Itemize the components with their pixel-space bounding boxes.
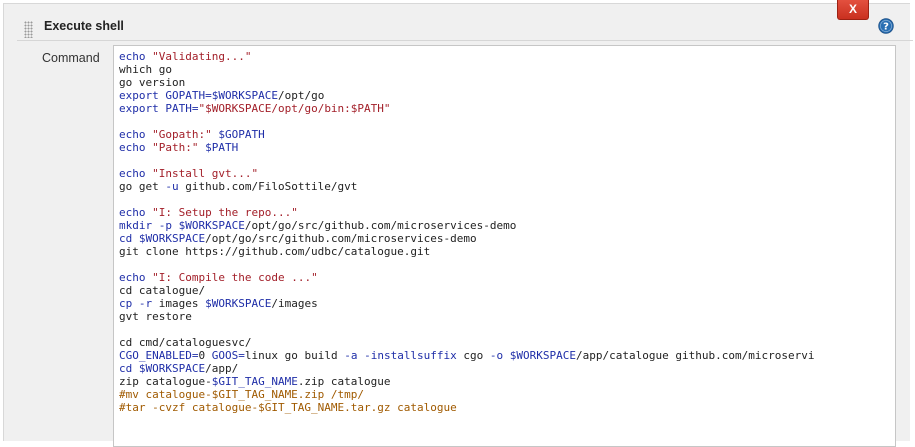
delete-step-button[interactable]: X — [837, 0, 869, 20]
code-token: echo — [119, 167, 153, 180]
code-token: PATH= — [165, 102, 199, 115]
help-icon[interactable]: ? — [878, 18, 894, 34]
code-token: -p — [158, 219, 179, 232]
code-token: $WORKSPACE — [211, 89, 278, 102]
code-line: go version — [119, 76, 895, 89]
code-token: echo — [119, 141, 153, 154]
code-line: echo "Path:" $PATH — [119, 141, 895, 154]
code-line: #tar -cvzf catalogue-$GIT_TAG_NAME.tar.g… — [119, 401, 895, 414]
code-token: /images — [271, 297, 318, 310]
code-token: echo — [119, 128, 153, 141]
code-token: export — [119, 89, 166, 102]
code-line: export PATH="$WORKSPACE/opt/go/bin:$PATH… — [119, 102, 895, 115]
code-line: echo "I: Compile the code ..." — [119, 271, 895, 284]
code-token: $PATH — [205, 141, 239, 154]
code-token: /app/catalogue github.com/microservi — [576, 349, 815, 362]
code-token: GOPATH= — [165, 89, 212, 102]
code-token: go get — [119, 180, 166, 193]
code-token: cd — [119, 232, 139, 245]
code-token: images — [152, 297, 206, 310]
code-line: cd cmd/cataloguesvc/ — [119, 336, 895, 349]
code-line: mkdir -p $WORKSPACE/opt/go/src/github.co… — [119, 219, 895, 232]
code-token: cd — [119, 362, 139, 375]
code-token: $WORKSPACE — [138, 362, 206, 375]
code-token: $WORKSPACE — [138, 232, 206, 245]
code-token: $GOPATH — [218, 128, 265, 141]
code-line: cd $WORKSPACE/app/ — [119, 362, 895, 375]
code-token: cp — [119, 297, 139, 310]
code-token: cd catalogue/ — [119, 284, 206, 297]
code-line: CGO_ENABLED=0 GOOS=linux go build -a -in… — [119, 349, 895, 362]
code-token: GOOS= — [211, 349, 245, 362]
code-line: go get -u github.com/FiloSottile/gvt — [119, 180, 895, 193]
code-token: zip catalogue- — [119, 375, 212, 388]
code-token: /app/ — [205, 362, 239, 375]
svg-text:?: ? — [883, 22, 889, 33]
code-token: $WORKSPACE — [509, 349, 577, 362]
code-token: "Path:" — [152, 141, 206, 154]
code-token: git clone https://github.com/udbc/catalo… — [119, 245, 431, 258]
code-token: CGO_ENABLED= — [119, 349, 199, 362]
code-token: #mv catalogue-$GIT_TAG_NAME.zip /tmp/ — [119, 388, 365, 401]
code-line: git clone https://github.com/udbc/catalo… — [119, 245, 895, 258]
code-token: -o — [489, 349, 510, 362]
code-token: $WORKSPACE — [178, 219, 245, 232]
code-token: "Validating..." — [152, 50, 252, 63]
code-token: $GIT_TAG_NAME — [211, 375, 298, 388]
code-token: linux go build — [244, 349, 345, 362]
code-token: -u — [165, 180, 179, 193]
code-token: $WORKSPACE — [205, 297, 272, 310]
code-token: mkdir — [119, 219, 159, 232]
code-token: -a — [344, 349, 365, 362]
code-token: #tar -cvzf catalogue-$GIT_TAG_NAME.tar.g… — [119, 401, 457, 414]
code-token: "I: Compile the code ..." — [152, 271, 318, 284]
code-token: echo — [119, 206, 153, 219]
code-token: gvt restore — [119, 310, 192, 323]
code-line: gvt restore — [119, 310, 895, 323]
code-line: echo "I: Setup the repo..." — [119, 206, 895, 219]
code-token: "Gopath:" — [152, 128, 219, 141]
code-token: cd cmd/cataloguesvc/ — [119, 336, 252, 349]
code-token: "Install gvt..." — [152, 167, 259, 180]
code-token: export — [119, 102, 166, 115]
code-line: cp -r images $WORKSPACE/images — [119, 297, 895, 310]
command-label: Command — [42, 51, 100, 65]
code-token: "I: Setup the repo..." — [152, 206, 298, 219]
section-divider — [17, 40, 913, 41]
code-line: echo "Gopath:" $GOPATH — [119, 128, 895, 141]
code-token: echo — [119, 271, 153, 284]
command-code: echo "Validating..." which go go version ex… — [119, 50, 895, 414]
code-token: 0 — [198, 349, 212, 362]
section-title: Execute shell — [44, 19, 124, 33]
code-line: cd catalogue/ — [119, 284, 895, 297]
code-line: echo "Validating..." — [119, 50, 895, 63]
drag-handle-icon[interactable] — [24, 21, 33, 38]
code-token: /opt/go/src/github.com/microservices-dem… — [205, 232, 477, 245]
code-token: /opt/go/src/github.com/microservices-dem… — [244, 219, 517, 232]
code-token: which go — [119, 63, 172, 76]
code-token: cgo — [456, 349, 490, 362]
code-token: /opt/go — [277, 89, 325, 102]
code-line: which go — [119, 63, 895, 76]
code-line: cd $WORKSPACE/opt/go/src/github.com/micr… — [119, 232, 895, 245]
code-line: export GOPATH=$WORKSPACE/opt/go — [119, 89, 895, 102]
code-line: #mv catalogue-$GIT_TAG_NAME.zip /tmp/ — [119, 388, 895, 401]
code-token: .zip catalogue — [297, 375, 391, 388]
code-line: zip catalogue-$GIT_TAG_NAME.zip catalogu… — [119, 375, 895, 388]
code-line: echo "Install gvt..." — [119, 167, 895, 180]
code-token: go version — [119, 76, 186, 89]
code-token: github.com/FiloSottile/gvt — [178, 180, 358, 193]
command-textarea[interactable]: echo "Validating..." which go go version ex… — [113, 45, 896, 447]
code-token: "$WORKSPACE/opt/go/bin:$PATH" — [198, 102, 391, 115]
code-token: -r — [138, 297, 153, 310]
code-token: echo — [119, 50, 153, 63]
code-token: -installsuffix — [364, 349, 457, 362]
